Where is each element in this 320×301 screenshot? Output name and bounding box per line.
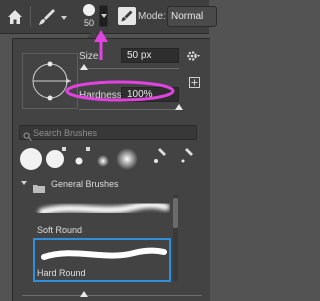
folder-icon [33, 180, 45, 193]
brush-name: Hard Round [37, 268, 86, 278]
brush-item-soft-round[interactable]: Soft Round [34, 195, 170, 235]
recent-brush-soft-round[interactable] [115, 147, 139, 171]
brush-list-scrollbar[interactable] [173, 195, 178, 281]
hard-round-stroke-preview [41, 247, 167, 260]
size-slider-track[interactable] [79, 68, 179, 69]
brush-angle-roundness-widget[interactable] [22, 53, 78, 109]
brush-group-general[interactable]: General Brushes [19, 179, 197, 193]
scrollbar-thumb[interactable] [173, 198, 178, 228]
tool-preset-chevron-down-icon[interactable] [61, 16, 67, 20]
recent-brush-airbrush-small[interactable] [144, 147, 168, 171]
hardness-label: Hardness: [79, 90, 125, 101]
brush-name: Soft Round [37, 225, 83, 235]
recent-brush-hard-round-medium[interactable] [43, 147, 67, 171]
brush-tool-icon[interactable] [36, 6, 58, 28]
hardness-slider-track[interactable] [79, 109, 179, 110]
brush-preset-picker[interactable]: 50 [80, 3, 98, 31]
mode-select[interactable]: Normal [167, 6, 217, 27]
divider [30, 6, 31, 27]
preview-size-slider-thumb[interactable] [80, 291, 88, 297]
search-icon [23, 128, 32, 141]
recent-brush-hard-small[interactable] [67, 147, 91, 171]
brush-group-name: General Brushes [51, 179, 119, 189]
brush-list: Soft Round Hard Round [33, 195, 194, 282]
brush-preset-size: 50 [83, 18, 94, 28]
brush-item-hard-round[interactable]: Hard Round [33, 238, 171, 282]
mode-label: Mode: [138, 11, 166, 22]
size-label: Size: [79, 51, 102, 62]
chevron-down-icon[interactable] [21, 181, 27, 185]
recent-brushes-row [19, 147, 197, 175]
soft-round-stroke-preview [38, 201, 170, 216]
hardness-slider-thumb[interactable] [175, 104, 183, 110]
search-brushes-input[interactable] [33, 126, 193, 139]
popup-pointer [87, 31, 101, 38]
search-brushes-field[interactable] [19, 125, 197, 141]
brush-settings-panel-button[interactable] [118, 7, 136, 25]
preview-size-slider-track[interactable] [22, 295, 202, 296]
home-icon[interactable] [5, 7, 25, 27]
size-slider-thumb[interactable] [80, 64, 88, 70]
recent-brush-hard-round-large[interactable] [19, 147, 43, 171]
recent-brush-soft-small[interactable] [91, 147, 115, 171]
hardness-input[interactable]: 100% [121, 87, 179, 102]
brush-preset-picker-panel: Size: 50 px Hardness: 100% Search Brushe… [12, 38, 210, 301]
brush-preset-dropdown-toggle[interactable] [99, 5, 108, 27]
size-input[interactable]: 50 px [121, 48, 179, 63]
new-preset-icon[interactable] [189, 75, 200, 88]
preview-size-slider[interactable] [22, 290, 202, 300]
options-bar: 50 Mode: Normal [0, 0, 217, 34]
recent-brush-airbrush-tiny[interactable] [171, 147, 195, 171]
brush-tip-icon [83, 4, 95, 16]
gear-icon[interactable] [186, 49, 200, 63]
chevron-down-icon [101, 14, 107, 18]
